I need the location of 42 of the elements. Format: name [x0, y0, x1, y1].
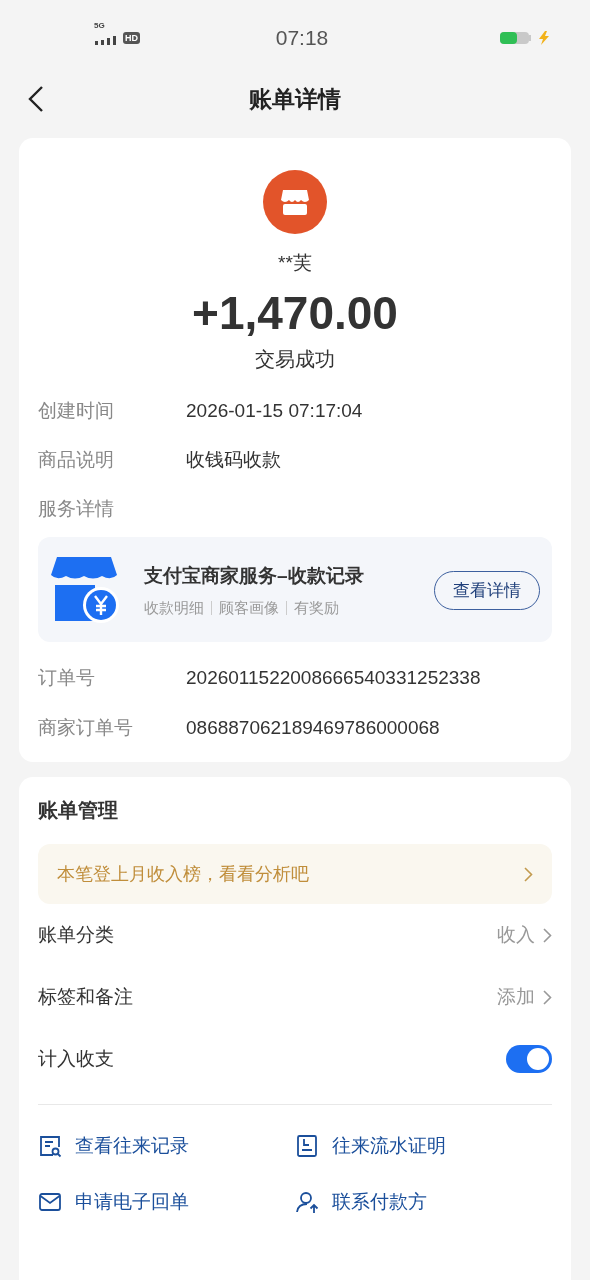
- network-label: 5G: [94, 21, 105, 30]
- battery-icon: [500, 31, 532, 45]
- payer-name: **芙: [278, 251, 312, 275]
- detail-label: 订单号: [38, 666, 96, 690]
- action-link[interactable]: 申请电子回单: [75, 1189, 189, 1215]
- page-title: 账单详情: [249, 84, 341, 114]
- shop-icon: [51, 557, 119, 623]
- hd-badge: HD: [123, 32, 140, 44]
- detail-label: 服务详情: [38, 497, 115, 521]
- clock: 07:18: [275, 26, 329, 50]
- amount: +1,470.00: [192, 286, 398, 340]
- detail-value: 2026011522008666540331252338: [186, 667, 481, 689]
- setting-label: 账单分类: [38, 923, 115, 947]
- action-link[interactable]: 联系付款方: [332, 1189, 427, 1215]
- document-icon: [295, 1134, 319, 1158]
- service-tag: 有奖励: [294, 598, 339, 618]
- service-title: 支付宝商家服务–收款记录: [144, 563, 365, 588]
- detail-value: 收钱码收款: [186, 448, 281, 472]
- detail-value: 2026-01-15 07:17:04: [186, 400, 363, 422]
- action-link[interactable]: 往来流水证明: [332, 1133, 446, 1159]
- section-title: 账单管理: [38, 798, 119, 823]
- store-avatar-icon: [263, 170, 327, 234]
- transaction-status: 交易成功: [255, 347, 335, 372]
- detail-label: 商家订单号: [38, 716, 134, 740]
- service-tag: 收款明细: [144, 598, 204, 618]
- chevron-icon: [543, 927, 552, 943]
- service-panel[interactable]: 支付宝商家服务–收款记录 收款明细 顾客画像 有奖励 查看详情: [38, 537, 552, 642]
- service-tag: 顾客画像: [219, 598, 279, 618]
- chevron-icon: [543, 989, 552, 1005]
- banner-text: 本笔登上月收入榜，看看分析吧: [57, 863, 309, 886]
- chevron-icon: [524, 866, 533, 882]
- setting-label: 标签和备注: [38, 985, 134, 1009]
- document-search-icon: [38, 1134, 62, 1158]
- mail-icon: [38, 1190, 62, 1214]
- toggle-switch[interactable]: [506, 1045, 552, 1073]
- back-icon[interactable]: [27, 85, 45, 113]
- detail-label: 创建时间: [38, 399, 115, 423]
- detail-value: 086887062189469786000068: [186, 717, 440, 739]
- action-link[interactable]: 查看往来记录: [75, 1133, 189, 1159]
- detail-label: 商品说明: [38, 448, 115, 472]
- setting-label: 计入收支: [38, 1047, 115, 1071]
- person-icon: [295, 1190, 319, 1214]
